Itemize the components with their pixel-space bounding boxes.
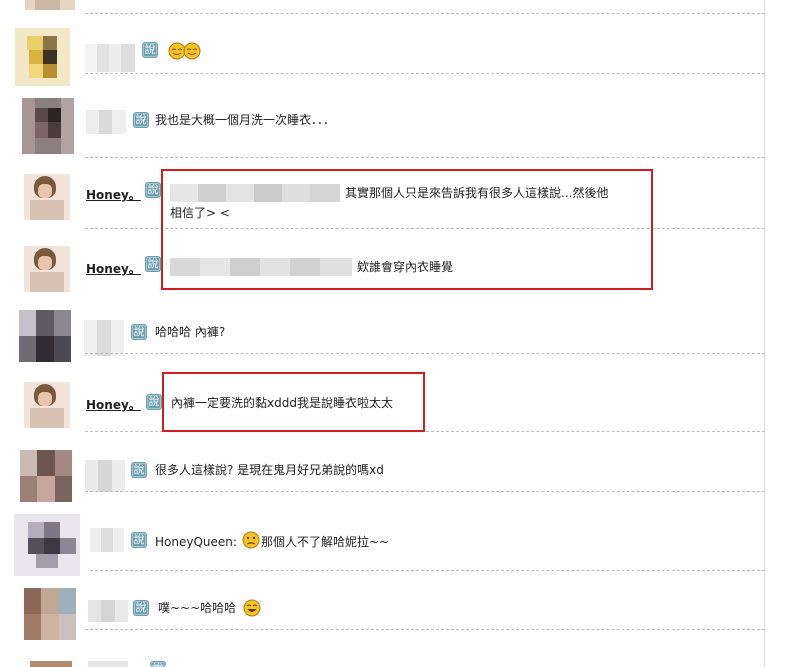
- say-badge: 說: [150, 661, 166, 667]
- username-blurred[interactable]: [85, 460, 125, 492]
- username-blurred[interactable]: [86, 110, 126, 134]
- grin-pair-icon: [168, 42, 202, 63]
- comment-row: 說 哈哈哈 內褲?: [0, 306, 770, 362]
- comment-text: 很多人這樣說? 是現在鬼月好兄弟說的嗎xd: [155, 463, 384, 477]
- comment-divider: [85, 157, 765, 158]
- comment-text: 那個人不了解哈妮拉~~: [261, 535, 390, 549]
- comment-divider: [85, 353, 765, 354]
- avatar[interactable]: [14, 514, 80, 576]
- comment-text: 哈哈哈 內褲?: [155, 325, 226, 339]
- comment-divider: [85, 629, 765, 630]
- avatar[interactable]: [24, 382, 70, 428]
- comment-row: [0, 0, 770, 16]
- say-badge: 說: [146, 394, 162, 410]
- comment-row: 說: [0, 655, 770, 667]
- username-blurred[interactable]: [88, 661, 128, 667]
- comment-row: 說 噗~~~哈哈哈: [0, 584, 770, 644]
- comment-divider: [90, 570, 765, 571]
- say-badge: 說: [131, 532, 147, 548]
- comment-text-prefix: HoneyQueen:: [155, 535, 237, 549]
- say-badge: 說: [145, 256, 161, 272]
- laugh-icon: [243, 599, 261, 620]
- highlight-box: [161, 169, 653, 290]
- say-badge: 說: [131, 462, 147, 478]
- say-badge: 說: [131, 324, 147, 340]
- highlight-box: [162, 372, 425, 432]
- say-badge: 說: [142, 42, 158, 58]
- comment-row: 說 我也是大概一個月洗一次睡衣．．．: [0, 96, 770, 158]
- avatar[interactable]: [24, 588, 76, 640]
- comment-text: 噗~~~哈哈哈: [158, 601, 237, 615]
- username-blurred[interactable]: [85, 44, 135, 72]
- comment-row: 說: [0, 24, 770, 86]
- comment-divider: [85, 73, 765, 74]
- comment-row: 說 很多人這樣說? 是現在鬼月好兄弟說的嗎xd: [0, 446, 770, 502]
- say-badge: 說: [133, 112, 149, 128]
- username-link[interactable]: Honey。: [86, 260, 141, 277]
- username-link[interactable]: Honey。: [86, 396, 141, 413]
- comment-divider: [85, 491, 765, 492]
- avatar[interactable]: [24, 174, 70, 220]
- comment-row: 說 HoneyQueen: 那個人不了解哈妮拉~~: [0, 512, 770, 576]
- comment-text: 我也是大概一個月洗一次睡衣．．．: [155, 113, 336, 127]
- username-blurred[interactable]: [88, 600, 128, 622]
- comment-divider: [85, 13, 765, 14]
- avatar[interactable]: [30, 661, 72, 667]
- say-badge: 說: [145, 182, 161, 198]
- avatar[interactable]: [15, 28, 70, 86]
- username-link[interactable]: Honey。: [86, 186, 141, 203]
- username-blurred[interactable]: [84, 320, 124, 356]
- sad-face-icon: [242, 531, 260, 552]
- avatar[interactable]: [25, 0, 75, 10]
- avatar[interactable]: [20, 450, 72, 502]
- avatar[interactable]: [24, 246, 70, 292]
- username-blurred[interactable]: [90, 528, 124, 552]
- say-badge: 說: [133, 600, 149, 616]
- avatar[interactable]: [22, 98, 74, 154]
- avatar[interactable]: [19, 310, 71, 362]
